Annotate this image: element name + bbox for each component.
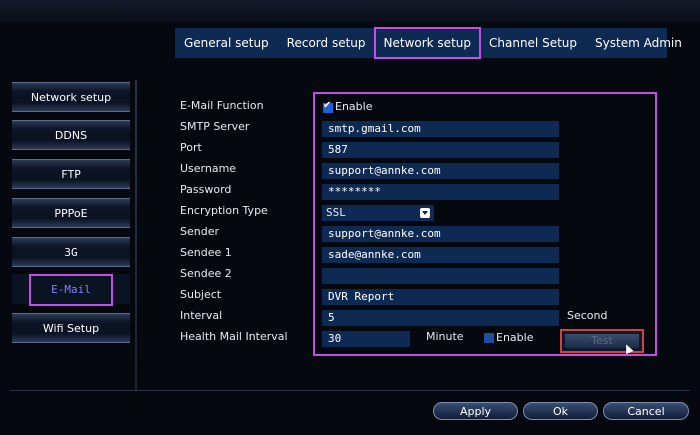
email-function-enable-text: Enable [335,100,373,113]
smtp-server-input[interactable]: smtp.gmail.com [322,121,559,137]
email-function-checkbox[interactable] [323,100,333,113]
sendee2-input[interactable] [322,268,559,284]
top-tab-bar: General setup Record setup Network setup… [175,27,682,59]
ok-button[interactable]: Ok [523,402,598,420]
interval-label: Interval [180,309,223,322]
encryption-type-value: SSL [326,206,346,219]
username-label: Username [180,162,237,175]
sidebar-item-email[interactable]: E-Mail [12,274,130,306]
tab-channel-setup[interactable]: Channel Setup [480,28,586,58]
smtp-server-label: SMTP Server [180,120,250,133]
sendee1-label: Sendee 1 [180,246,232,259]
sendee2-label: Sendee 2 [180,267,232,280]
tab-system-admin[interactable]: System Admin [586,28,691,58]
health-enable-text: Enable [496,331,534,344]
chevron-down-icon [420,208,430,218]
sidebar-item-ftp[interactable]: FTP [12,159,130,189]
subject-label: Subject [180,288,222,301]
health-interval-unit: Minute [426,330,464,343]
sidebar-item-ddns[interactable]: DDNS [12,120,130,150]
sidebar-item-wifi-setup[interactable]: Wifi Setup [12,313,130,343]
sidebar-divider [135,80,137,390]
health-enable-checkbox[interactable] [484,333,494,343]
interval-input[interactable]: 5 [322,310,559,326]
title-strip [0,0,700,22]
sidebar-item-3g[interactable]: 3G [12,237,130,267]
health-interval-input[interactable]: 30 [322,331,410,347]
password-input[interactable]: ******** [322,184,559,200]
subject-input[interactable]: DVR Report [322,289,559,305]
tab-record-setup[interactable]: Record setup [278,28,375,58]
interval-unit: Second [567,309,608,322]
encryption-type-label: Encryption Type [180,204,268,217]
sidebar-item-network-setup[interactable]: Network setup [12,82,130,112]
sidebar-item-email-label: E-Mail [29,274,113,306]
sidebar-item-pppoe[interactable]: PPPoE [12,198,130,228]
username-input[interactable]: support@annke.com [322,163,559,179]
sender-input[interactable]: support@annke.com [322,226,559,242]
tab-network-setup[interactable]: Network setup [373,27,482,59]
sender-label: Sender [180,225,219,238]
health-mail-interval-label: Health Mail Interval [180,330,288,343]
tab-general-setup[interactable]: General setup [175,28,278,58]
port-input[interactable]: 587 [322,142,559,158]
cancel-button[interactable]: Cancel [603,402,689,420]
port-label: Port [180,141,202,154]
apply-button[interactable]: Apply [433,402,518,420]
email-function-label: E-Mail Function [180,99,264,112]
sendee1-input[interactable]: sade@annke.com [322,247,559,263]
password-label: Password [180,183,232,196]
encryption-type-select[interactable]: SSL [322,205,434,221]
footer-divider [10,390,690,391]
